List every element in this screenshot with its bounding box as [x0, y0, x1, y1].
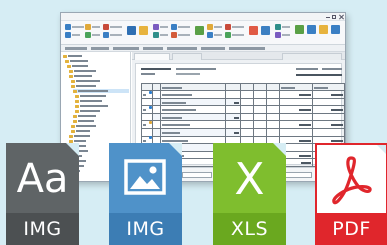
promo-banner: Aa IMG IMG X XLS PDF [0, 0, 387, 245]
tree-item[interactable] [75, 104, 108, 108]
tree-item[interactable] [69, 74, 92, 78]
ribbon-button[interactable] [103, 24, 122, 30]
ribbon-large-icon[interactable] [331, 25, 340, 34]
tree-item[interactable] [65, 59, 88, 63]
page-fold [375, 145, 386, 156]
tree-item[interactable] [75, 99, 102, 103]
ribbon-button[interactable] [275, 32, 290, 38]
folder-icon [63, 54, 67, 58]
ribbon-button[interactable] [65, 24, 84, 30]
document-tab[interactable] [134, 53, 170, 60]
format-label: XLS [213, 213, 286, 245]
ribbon-large-icon[interactable] [261, 26, 270, 35]
ribbon-button[interactable] [171, 24, 190, 30]
folder-icon [69, 134, 73, 138]
ribbon-large-icon[interactable] [139, 26, 148, 35]
folder-icon [71, 124, 75, 128]
tree-item[interactable] [67, 64, 88, 68]
ribbon-button[interactable] [153, 24, 168, 30]
folder-icon [71, 84, 75, 88]
ribbon-button[interactable] [207, 32, 222, 38]
tree-item[interactable] [69, 134, 90, 138]
tree-item[interactable] [69, 69, 96, 73]
format-label: IMG [109, 213, 182, 245]
ribbon-large-icon[interactable] [319, 25, 328, 34]
page-fold [169, 143, 182, 156]
document-tab[interactable] [172, 53, 202, 60]
ribbon-button[interactable] [65, 32, 80, 38]
tree-item[interactable] [71, 84, 96, 88]
format-label: PDF [317, 213, 386, 245]
format-label: IMG [6, 213, 79, 245]
page-fold [273, 143, 286, 156]
ribbon-button[interactable] [171, 32, 190, 38]
marker-icon [149, 91, 152, 94]
tree-item[interactable] [63, 54, 82, 58]
summary-field[interactable] [282, 172, 312, 178]
folder-icon [75, 109, 79, 113]
tree-item[interactable] [71, 124, 96, 128]
text-image-format-tile: Aa IMG [6, 143, 79, 245]
excel-format-tile: X XLS [213, 143, 286, 245]
document-tab[interactable] [282, 53, 342, 60]
marker-icon [149, 136, 152, 139]
ribbon-button[interactable] [85, 24, 100, 30]
page-fold [66, 143, 79, 156]
ribbon-button[interactable] [207, 24, 222, 30]
ribbon-button[interactable] [85, 32, 100, 38]
ribbon-button[interactable] [103, 32, 122, 38]
excel-icon: X [234, 154, 265, 205]
image-format-tile: IMG [109, 143, 182, 245]
app-window-screenshot [60, 12, 346, 182]
folder-icon [71, 129, 75, 133]
ribbon-button[interactable] [275, 24, 290, 30]
marker-icon [149, 106, 152, 109]
folder-icon [67, 64, 71, 68]
ribbon-large-icon[interactable] [249, 26, 258, 35]
ribbon-toolbar [61, 21, 345, 45]
minimize-icon[interactable] [326, 15, 330, 18]
tree-item[interactable] [71, 79, 100, 83]
tree-item[interactable] [75, 94, 106, 98]
ribbon-button[interactable] [225, 24, 244, 30]
folder-icon [73, 119, 77, 123]
summary-field[interactable] [182, 172, 212, 178]
folder-icon [75, 94, 79, 98]
ribbon-large-icon[interactable] [307, 25, 316, 34]
folder-icon [69, 69, 73, 73]
ribbon-large-icon[interactable] [195, 26, 204, 35]
maximize-icon[interactable] [332, 15, 336, 19]
marker-icon [149, 121, 152, 124]
folder-icon [71, 79, 75, 83]
tree-item-selected[interactable] [73, 89, 129, 93]
title-bar [61, 13, 345, 21]
folder-icon [75, 104, 79, 108]
ribbon-large-icon[interactable] [127, 26, 136, 35]
tree-item[interactable] [73, 114, 96, 118]
folder-icon [73, 114, 77, 118]
font-icon: Aa [16, 156, 69, 202]
tree-item[interactable] [71, 129, 90, 133]
breadcrumb-bar [61, 45, 345, 52]
folder-icon [69, 74, 73, 78]
ribbon-large-icon[interactable] [295, 25, 304, 34]
folder-icon [75, 99, 79, 103]
folder-icon [73, 89, 77, 93]
pdf-format-tile: PDF [315, 143, 387, 245]
tree-item[interactable] [73, 119, 94, 123]
close-icon[interactable] [339, 15, 343, 19]
ribbon-button[interactable] [153, 32, 168, 38]
tree-item[interactable] [75, 109, 100, 113]
folder-icon [65, 59, 69, 63]
ribbon-button[interactable] [225, 32, 244, 38]
document-tabs [132, 52, 345, 60]
